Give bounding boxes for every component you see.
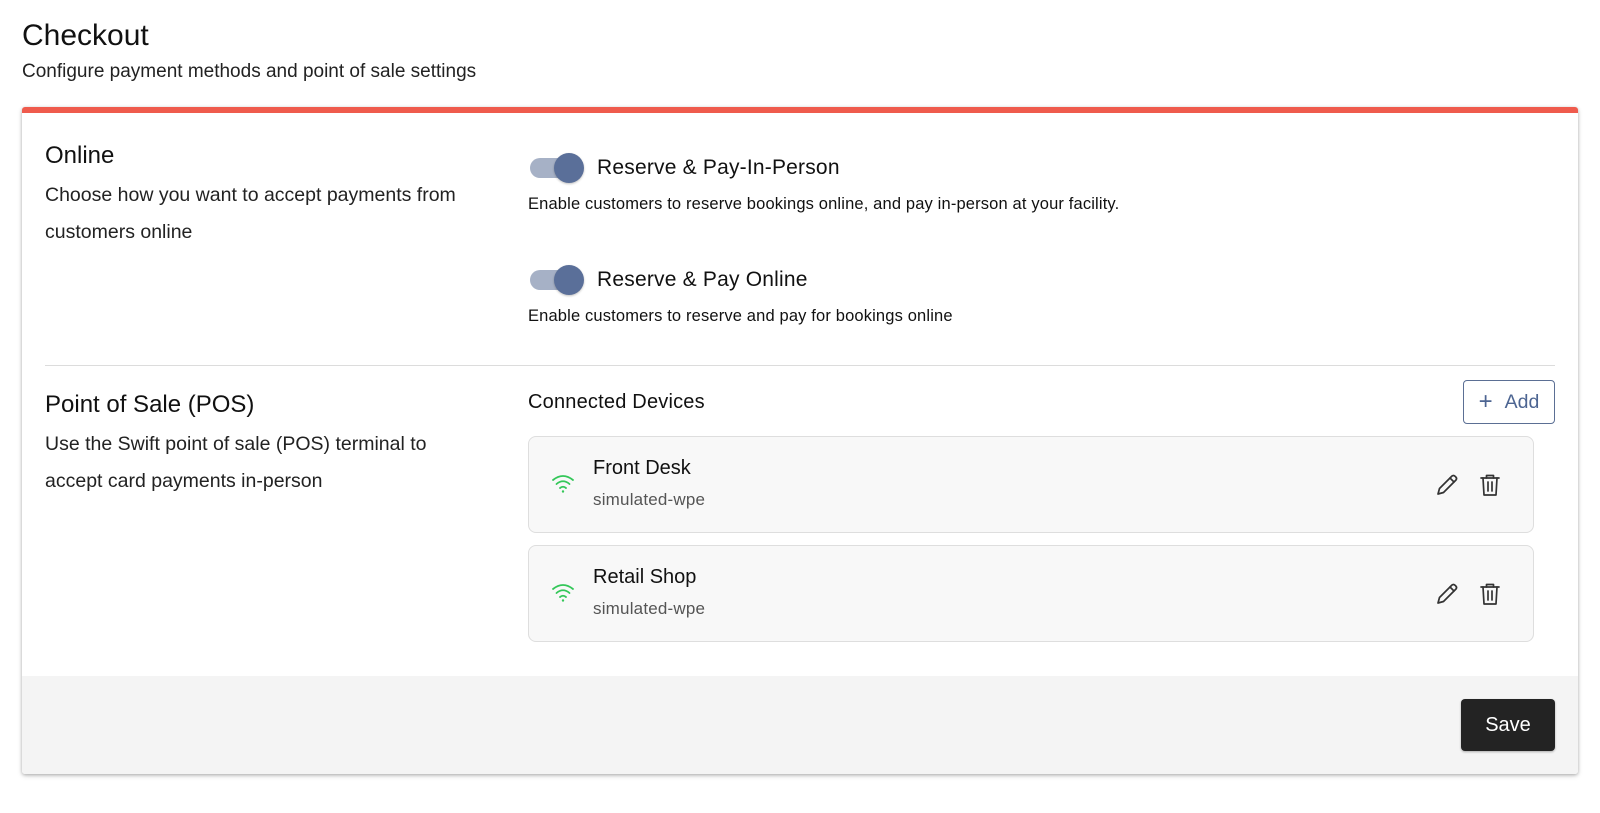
trash-icon[interactable] (1477, 581, 1503, 607)
online-description: Choose how you want to accept payments f… (45, 184, 456, 243)
online-heading: Online (45, 142, 115, 169)
device-id: simulated-wpe (593, 599, 706, 618)
connected-devices-title: Connected Devices (528, 391, 705, 413)
device-card: Retail Shop simulated-wpe (528, 545, 1534, 642)
device-name: Retail Shop (593, 566, 697, 588)
reserve-pay-in-person-label: Reserve & Pay-In-Person (597, 156, 840, 179)
pencil-icon[interactable] (1434, 472, 1460, 498)
online-section-info: Online Choose how you want to accept pay… (45, 141, 465, 251)
reserve-pay-online-label: Reserve & Pay Online (597, 268, 808, 291)
reserve-pay-in-person-description: Enable customers to reserve bookings onl… (528, 195, 1120, 213)
toggle-knob (554, 265, 584, 295)
connected-devices-header: Connected Devices + Add (528, 380, 1555, 424)
card-footer: Save (22, 676, 1578, 774)
add-device-label: Add (1504, 390, 1540, 413)
pos-section: Point of Sale (POS) Use the Swift point … (22, 366, 1578, 682)
trash-icon[interactable] (1477, 472, 1503, 498)
device-name: Front Desk (593, 457, 691, 479)
checkout-settings-card: Online Choose how you want to accept pay… (22, 107, 1578, 774)
option-reserve-pay-online: Reserve & Pay Online Enable customers to… (528, 263, 953, 326)
page-title: Checkout (22, 19, 149, 52)
reserve-pay-in-person-toggle[interactable] (528, 153, 584, 183)
pos-section-info: Point of Sale (POS) Use the Swift point … (45, 390, 465, 500)
option-reserve-pay-in-person: Reserve & Pay-In-Person Enable customers… (528, 151, 1119, 214)
save-button[interactable]: Save (1461, 699, 1555, 751)
online-section: Online Choose how you want to accept pay… (22, 113, 1578, 365)
reserve-pay-online-description: Enable customers to reserve and pay for … (528, 307, 953, 325)
plus-icon: + (1478, 388, 1493, 415)
device-id: simulated-wpe (593, 490, 706, 509)
page-header: Checkout Configure payment methods and p… (22, 18, 476, 84)
add-device-button[interactable]: + Add (1463, 380, 1555, 424)
wifi-icon (552, 584, 574, 602)
device-card: Front Desk simulated-wpe (528, 436, 1534, 533)
toggle-knob (554, 153, 584, 183)
page-subtitle: Configure payment methods and point of s… (22, 61, 477, 82)
pos-description: Use the Swift point of sale (POS) termin… (45, 433, 427, 492)
pos-heading: Point of Sale (POS) (45, 391, 255, 418)
reserve-pay-online-toggle[interactable] (528, 265, 584, 295)
pencil-icon[interactable] (1434, 581, 1460, 607)
wifi-icon (552, 475, 574, 493)
